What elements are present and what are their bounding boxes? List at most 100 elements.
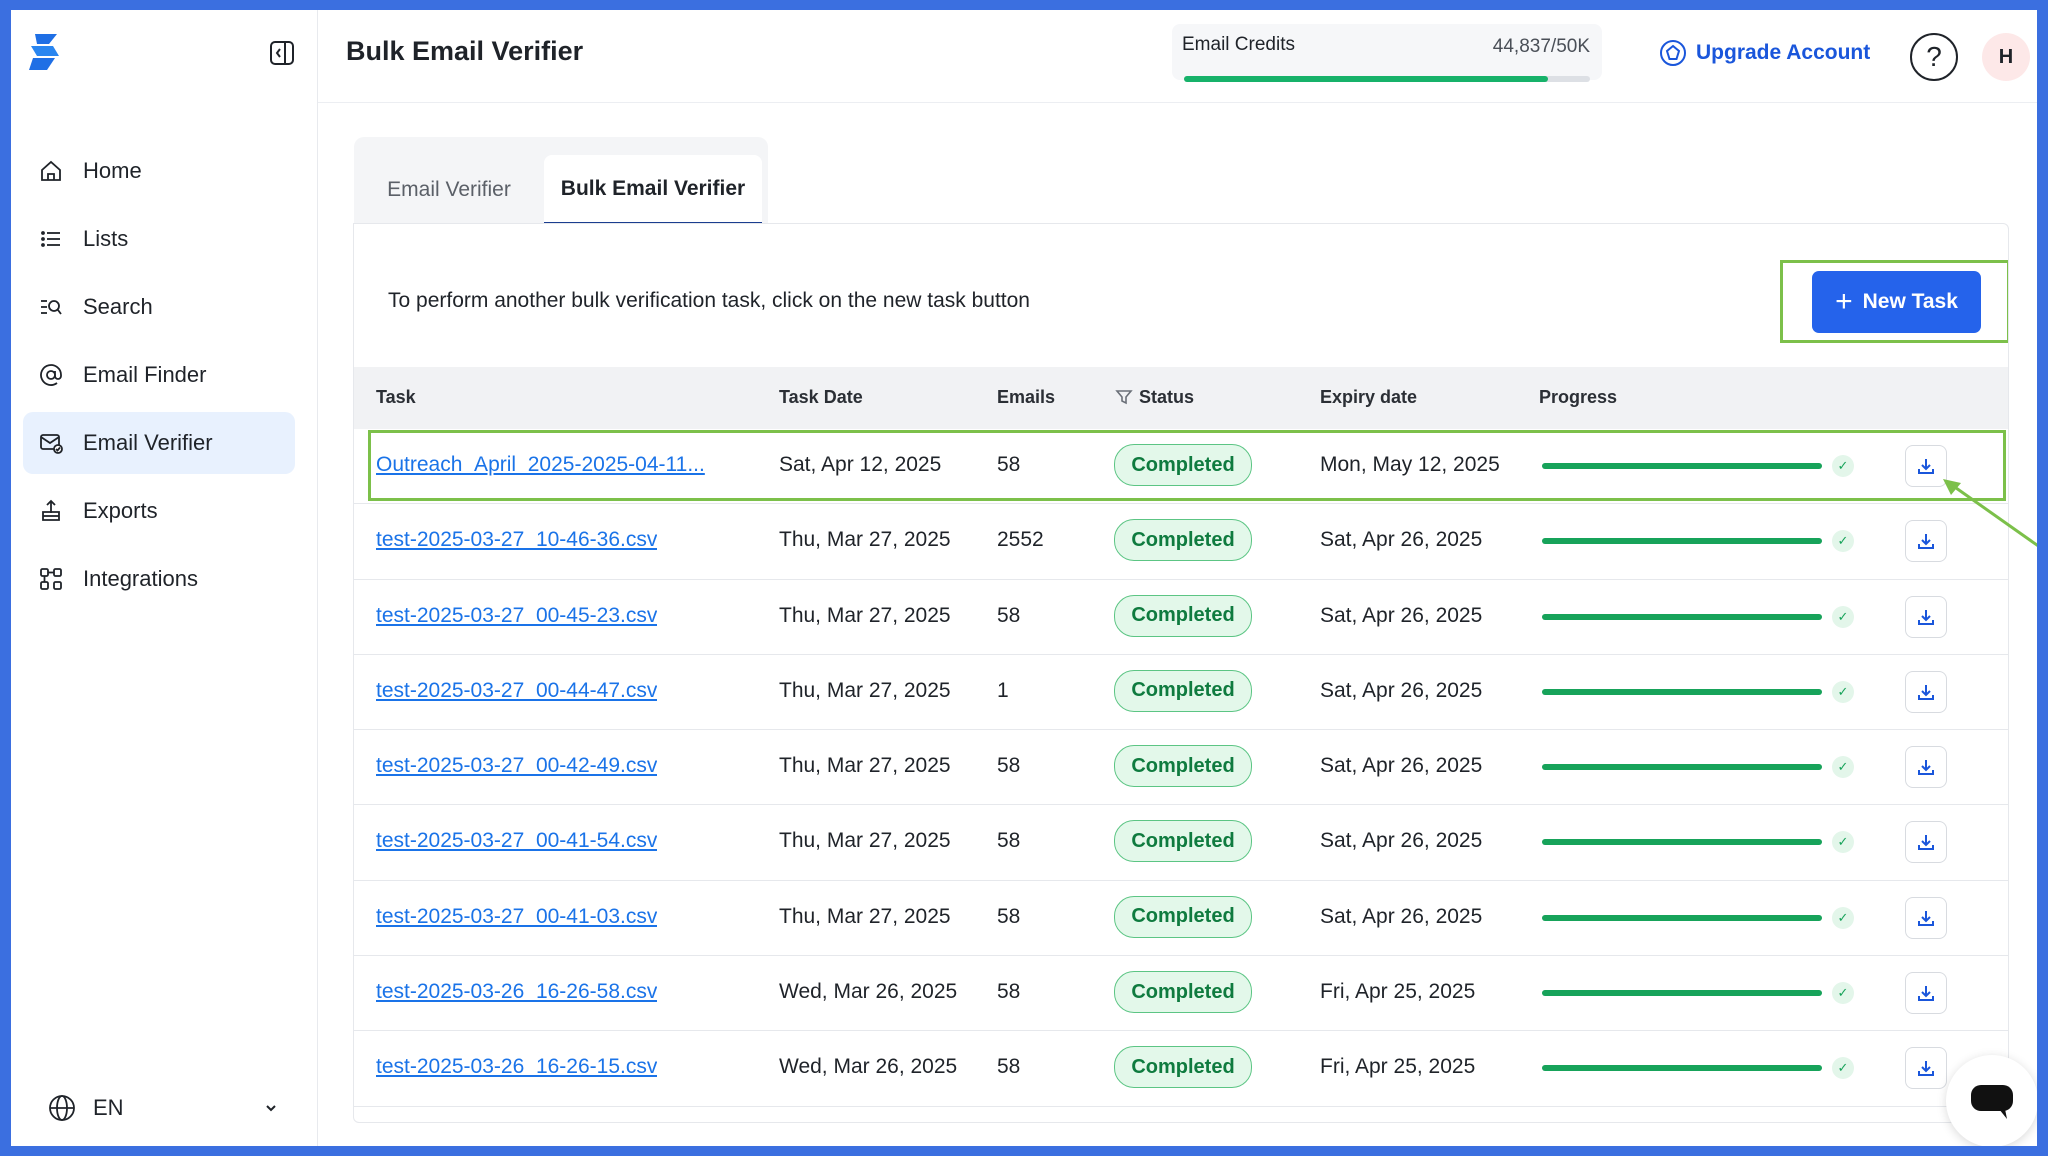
task-progress-fill bbox=[1542, 839, 1822, 846]
column-header-status[interactable]: Status bbox=[1115, 387, 1194, 408]
task-file-link[interactable]: test-2025-03-26_16-26-15.csv bbox=[376, 1055, 657, 1079]
app-logo[interactable] bbox=[27, 32, 63, 72]
status-badge: Completed bbox=[1114, 745, 1252, 788]
task-progress-bar bbox=[1542, 538, 1822, 545]
email-count: 58 bbox=[997, 754, 1021, 778]
email-count: 58 bbox=[997, 829, 1021, 853]
sidebar-item-lists[interactable]: Lists bbox=[23, 208, 295, 270]
credits-progress-bar bbox=[1184, 76, 1590, 82]
at-sign-icon bbox=[37, 361, 65, 389]
expiry-date: Sat, Apr 26, 2025 bbox=[1320, 904, 1483, 928]
download-button[interactable] bbox=[1905, 821, 1947, 864]
task-progress-bar bbox=[1542, 688, 1822, 695]
status-badge: Completed bbox=[1114, 444, 1252, 486]
chat-widget-button[interactable] bbox=[1946, 1055, 2037, 1146]
home-icon bbox=[37, 157, 65, 185]
download-button[interactable] bbox=[1905, 445, 1947, 487]
check-icon: ✓ bbox=[1832, 831, 1854, 854]
task-file-link[interactable]: test-2025-03-27_00-42-49.csv bbox=[376, 754, 657, 778]
new-task-label: New Task bbox=[1862, 290, 1958, 313]
column-header-task: Task bbox=[376, 387, 416, 407]
language-selector[interactable]: EN bbox=[47, 1090, 279, 1126]
task-date: Thu, Mar 27, 2025 bbox=[779, 528, 951, 552]
sidebar-item-exports[interactable]: Exports bbox=[23, 480, 295, 542]
new-task-button[interactable]: + New Task bbox=[1812, 271, 1981, 333]
task-progress-fill bbox=[1542, 1065, 1822, 1072]
task-progress-bar bbox=[1542, 1065, 1822, 1072]
integrations-icon bbox=[37, 565, 65, 593]
download-icon bbox=[1918, 986, 1934, 1002]
sidebar-nav: Home Lists Search Email Finder Email Ver… bbox=[23, 140, 295, 616]
task-file-link[interactable]: test-2025-03-27_10-46-36.csv bbox=[376, 528, 657, 552]
upgrade-account-link[interactable]: Upgrade Account bbox=[1658, 36, 1870, 70]
download-icon bbox=[1918, 910, 1934, 926]
sidebar-item-label: Email Verifier bbox=[83, 430, 213, 455]
filter-icon[interactable] bbox=[1115, 388, 1133, 406]
download-button[interactable] bbox=[1905, 746, 1947, 789]
app-window: Home Lists Search Email Finder Email Ver… bbox=[11, 10, 2037, 1146]
task-progress-bar bbox=[1542, 990, 1822, 997]
column-header-progress: Progress bbox=[1539, 387, 1618, 407]
task-progress-fill bbox=[1542, 538, 1822, 545]
tab-bar: Email Verifier Bulk Email Verifier bbox=[354, 137, 768, 225]
table-row: test-2025-03-26_16-26-58.csv Wed, Mar 26… bbox=[354, 956, 2008, 1032]
task-progress-bar bbox=[1542, 764, 1822, 771]
credits-progress-fill bbox=[1184, 76, 1549, 82]
email-count: 58 bbox=[997, 904, 1021, 928]
task-file-link[interactable]: Outreach_April_2025-2025-04-11... bbox=[376, 453, 705, 477]
status-badge: Completed bbox=[1114, 895, 1252, 938]
check-icon: ✓ bbox=[1832, 982, 1854, 1005]
mail-check-icon bbox=[37, 429, 65, 457]
task-progress-bar bbox=[1542, 613, 1822, 620]
sidebar-item-email-verifier[interactable]: Email Verifier bbox=[23, 412, 295, 474]
sidebar-item-integrations[interactable]: Integrations bbox=[23, 548, 295, 610]
sidebar-item-email-finder[interactable]: Email Finder bbox=[23, 344, 295, 406]
table-header: Task Task Date Emails Status Expiry date… bbox=[354, 367, 2008, 429]
help-icon[interactable]: ? bbox=[1910, 33, 1958, 81]
task-progress-bar bbox=[1542, 839, 1822, 846]
search-icon bbox=[37, 293, 65, 321]
sidebar-item-label: Exports bbox=[83, 498, 158, 523]
download-button[interactable] bbox=[1905, 1047, 1947, 1090]
sidebar-item-label: Search bbox=[83, 294, 153, 319]
table-row: test-2025-03-27_00-42-49.csv Thu, Mar 27… bbox=[354, 730, 2008, 806]
download-button[interactable] bbox=[1905, 670, 1947, 713]
tab-bulk-email-verifier[interactable]: Bulk Email Verifier bbox=[544, 155, 762, 225]
table-row: test-2025-03-26_16-26-15.csv Wed, Mar 26… bbox=[354, 1031, 2008, 1107]
task-file-link[interactable]: test-2025-03-27_00-45-23.csv bbox=[376, 604, 657, 628]
download-icon bbox=[1918, 760, 1934, 776]
table-row: Outreach_April_2025-2025-04-11... Sat, A… bbox=[354, 429, 2008, 505]
bulk-tasks-card: To perform another bulk verification tas… bbox=[353, 223, 2009, 1123]
sidebar-item-label: Lists bbox=[83, 226, 129, 251]
tab-email-verifier[interactable]: Email Verifier bbox=[354, 155, 544, 225]
status-badge: Completed bbox=[1114, 669, 1252, 712]
sidebar: Home Lists Search Email Finder Email Ver… bbox=[11, 10, 318, 1146]
task-file-link[interactable]: test-2025-03-27_00-41-03.csv bbox=[376, 905, 657, 929]
status-header-label: Status bbox=[1139, 387, 1195, 407]
task-date: Thu, Mar 27, 2025 bbox=[779, 754, 951, 778]
sidebar-collapse-icon[interactable] bbox=[267, 38, 297, 68]
task-date: Thu, Mar 27, 2025 bbox=[779, 678, 951, 702]
sidebar-item-home[interactable]: Home bbox=[23, 140, 295, 202]
expiry-date: Sat, Apr 26, 2025 bbox=[1320, 528, 1483, 552]
task-file-link[interactable]: test-2025-03-27_00-41-54.csv bbox=[376, 829, 657, 853]
expiry-date: Sat, Apr 26, 2025 bbox=[1320, 603, 1483, 627]
table-row: test-2025-03-27_00-45-23.csv Thu, Mar 27… bbox=[354, 580, 2008, 655]
download-button[interactable] bbox=[1905, 520, 1947, 563]
export-icon bbox=[37, 497, 65, 525]
download-button[interactable] bbox=[1905, 595, 1947, 638]
download-button[interactable] bbox=[1905, 896, 1947, 939]
task-file-link[interactable]: test-2025-03-26_16-26-58.csv bbox=[376, 980, 657, 1004]
task-progress-fill bbox=[1542, 990, 1822, 997]
avatar[interactable]: H bbox=[1982, 33, 2030, 81]
sidebar-item-search[interactable]: Search bbox=[23, 276, 295, 338]
globe-icon bbox=[49, 1095, 75, 1121]
column-header-task-date: Task Date bbox=[779, 387, 863, 407]
chevron-down-icon bbox=[266, 1105, 276, 1112]
email-count: 58 bbox=[997, 980, 1021, 1004]
check-icon: ✓ bbox=[1832, 530, 1854, 553]
sidebar-item-label: Email Finder bbox=[83, 362, 207, 387]
download-button[interactable] bbox=[1905, 972, 1947, 1015]
task-file-link[interactable]: test-2025-03-27_00-44-47.csv bbox=[376, 679, 657, 703]
table-row: test-2025-03-27_10-46-36.csv Thu, Mar 27… bbox=[354, 504, 2008, 580]
